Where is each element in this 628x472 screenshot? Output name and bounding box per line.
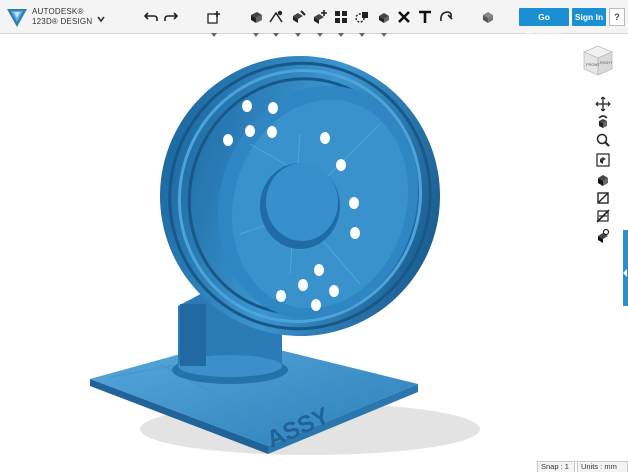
group-icon[interactable] [333, 9, 349, 25]
sketch-chevron-down-icon [253, 24, 259, 37]
model-render: ASSY [90, 56, 480, 455]
combine-icon[interactable] [354, 9, 370, 25]
construct-icon[interactable] [268, 9, 284, 25]
modify-icon[interactable] [290, 9, 306, 25]
view-outline-icon[interactable] [595, 190, 611, 206]
material-icon[interactable] [480, 9, 496, 25]
fit-icon[interactable] [595, 152, 611, 168]
group-chevron-down-icon [338, 24, 344, 37]
add-primitive-icon[interactable] [206, 9, 222, 25]
pan-icon[interactable] [595, 96, 611, 112]
brand-line-2: 123D® DESIGN [32, 17, 93, 26]
undo-icon[interactable] [143, 9, 159, 25]
add-primitive-chevron-down-icon[interactable] [211, 24, 217, 37]
text-icon[interactable] [417, 9, 433, 25]
materials-view-icon[interactable] [595, 228, 611, 244]
view-solid-icon[interactable] [595, 172, 611, 188]
go-premium-button[interactable]: Go Premium [519, 8, 569, 40]
pattern-icon[interactable] [312, 9, 328, 25]
viewcube-front-label: FRONT [586, 62, 600, 67]
autodesk-logo-icon[interactable] [6, 6, 28, 28]
viewcube-right-label: RIGHT [600, 60, 613, 65]
side-panel-expand-icon[interactable] [623, 264, 628, 277]
pattern-chevron-down-icon [317, 24, 323, 37]
navigation-bar [592, 96, 614, 246]
top-toolbar: AUTODESK® 123D® DESIGN Go Premium Sign I… [0, 0, 628, 40]
sketch-icon[interactable] [248, 9, 264, 25]
app-brand: AUTODESK® 123D® DESIGN [32, 7, 92, 27]
viewcube[interactable]: FRONT RIGHT [578, 42, 618, 78]
delete-icon[interactable] [396, 9, 412, 25]
measure-chevron-down-icon [381, 24, 387, 37]
combine-chevron-down-icon [359, 24, 365, 37]
construct-chevron-down-icon [273, 24, 279, 37]
help-button[interactable]: ? [609, 8, 625, 26]
modify-chevron-down-icon [295, 24, 301, 37]
app-menu-chevron-down-icon[interactable] [96, 11, 106, 23]
orbit-icon[interactable] [595, 114, 611, 130]
snap-status[interactable]: Snap : 1 [537, 461, 575, 472]
redo-icon[interactable] [163, 9, 179, 25]
sign-in-button[interactable]: Sign In [572, 8, 606, 26]
measure-icon[interactable] [376, 9, 392, 25]
snap-icon[interactable] [438, 9, 454, 25]
viewport[interactable]: ASSY [0, 34, 628, 461]
hide-icon[interactable] [595, 208, 611, 224]
brand-line-1: AUTODESK® [32, 7, 84, 16]
units-status[interactable]: Units : mm [577, 461, 628, 472]
zoom-icon[interactable] [595, 132, 611, 148]
